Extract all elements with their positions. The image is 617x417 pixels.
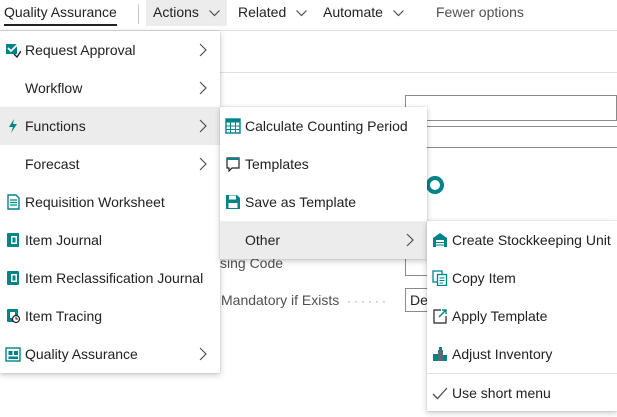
copy-icon [432,270,448,286]
menu-item-label: Functions [25,118,86,134]
chevron-right-icon [406,233,414,247]
menu-item-create-stockkeeping-unit[interactable]: Create Stockkeeping Unit [427,221,617,259]
actions-menu-button[interactable]: Actions [146,0,227,26]
menu-item-item-tracing[interactable]: Item Tracing [0,297,220,335]
section-border [220,72,617,73]
menu-item-functions[interactable]: Functions [0,107,220,145]
menu-item-label: Request Approval [25,42,136,58]
related-label: Related [238,4,287,20]
menu-item-label: Requisition Worksheet [25,194,165,210]
menu-item-templates[interactable]: Templates [220,145,427,183]
chevron-down-icon [392,9,404,17]
menu-item-forecast[interactable]: Forecast [0,145,220,183]
menu-item-label: Item Journal [25,232,103,248]
menu-item-label: Other [245,232,281,248]
menu-item-other[interactable]: Other [220,221,427,259]
menu-item-label: Item Tracing [25,308,103,324]
tab-quality-assurance[interactable]: Quality Assurance [4,0,117,26]
menu-item-save-as-template[interactable]: Save as Template [220,183,427,221]
menu-item-label: Forecast [25,156,80,172]
menu-item-calculate-counting-period[interactable]: Calculate Counting Period [220,107,427,145]
chevron-right-icon [199,157,207,171]
field-leader-dots: ······ [347,294,389,308]
automate-label: Automate [323,4,383,20]
menu-item-apply-template[interactable]: Apply Template [427,297,617,335]
chevron-right-icon [199,347,207,361]
background-code-field[interactable] [405,258,427,276]
menu-item-label: Use short menu [452,385,551,401]
field-label-mandatory: Mandatory if Exists [221,292,340,308]
fewer-options-label: Fewer options [436,4,524,20]
actions-label: Actions [153,4,199,20]
mandatory-field-value: De [410,292,428,308]
save-icon [226,195,240,209]
menu-item-adjust-inventory[interactable]: Adjust Inventory [427,335,617,373]
apply-template-icon [433,309,447,324]
menu-item-requisition-worksheet[interactable]: Requisition Worksheet [0,183,220,221]
inventory-icon [433,347,447,361]
tab-quality-assurance-label: Quality Assurance [4,4,117,20]
background-field[interactable] [405,95,617,121]
fewer-options-button[interactable]: Fewer options [436,0,524,26]
approval-icon [6,43,21,58]
automate-menu-button[interactable]: Automate [323,0,404,26]
menu-item-quality-assurance[interactable]: Quality Assurance [0,335,220,373]
menu-item-label: Calculate Counting Period [245,118,408,134]
journal-icon [7,271,19,285]
template-icon [226,157,240,172]
menu-item-use-short-menu[interactable]: Use short menu [427,374,617,412]
menu-item-item-reclassification-journal[interactable]: Item Reclassification Journal [0,259,220,297]
action-bar: Quality Assurance Actions Related Automa… [0,0,617,28]
action-bar-divider [138,4,139,24]
menu-item-label: Copy Item [452,270,516,286]
actions-menu: Request Approval Workflow Functions Fore… [0,31,220,373]
menu-item-label: Item Reclassification Journal [25,270,204,286]
menu-item-label: Apply Template [452,308,548,324]
other-submenu: Create Stockkeeping Unit Copy Item Apply… [427,221,617,411]
calendar-grid-icon [225,118,241,134]
menu-item-request-approval[interactable]: Request Approval [0,31,220,69]
background-mandatory-field[interactable]: De [405,288,428,312]
menu-item-label: Adjust Inventory [452,346,553,362]
warehouse-icon [433,233,447,247]
worksheet-icon [7,194,20,210]
menu-item-label: Save as Template [245,194,357,210]
chevron-right-icon [199,81,207,95]
background-field-line [405,126,617,128]
tracing-icon [7,309,21,324]
journal-icon [7,233,19,247]
toggle-ring-icon[interactable] [426,176,444,194]
chevron-down-icon [208,9,220,17]
menu-item-workflow[interactable]: Workflow [0,69,220,107]
menu-item-label: Create Stockkeeping Unit [452,232,611,248]
related-menu-button[interactable]: Related [238,0,308,26]
menu-item-label: Workflow [25,80,83,96]
chevron-right-icon [199,119,207,133]
chevron-down-icon [296,9,308,17]
quality-assurance-icon [5,347,21,362]
background-field-line [405,147,617,149]
menu-item-copy-item[interactable]: Copy Item [427,259,617,297]
menu-item-label: Quality Assurance [25,346,138,362]
checkmark-icon [432,387,448,400]
lightning-icon [9,119,17,133]
menu-item-label: Templates [245,156,309,172]
menu-item-item-journal[interactable]: Item Journal [0,221,220,259]
chevron-right-icon [199,43,207,57]
functions-submenu: Calculate Counting Period Templates Save… [220,107,427,259]
